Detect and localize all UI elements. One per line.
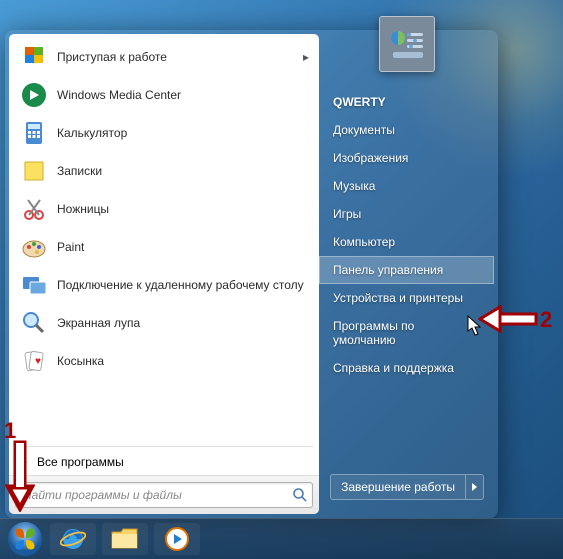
program-item-magnifier[interactable]: Экранная лупа [13, 304, 315, 342]
right-item-username[interactable]: QWERTY [319, 88, 494, 116]
program-item-getting-started[interactable]: Приступая к работе ▸ [13, 38, 315, 76]
user-picture[interactable] [379, 16, 435, 72]
start-menu: Приступая к работе ▸ Windows Media Center К… [5, 30, 498, 518]
paint-icon [19, 232, 49, 262]
program-label: Приступая к работе [57, 50, 167, 64]
right-item-help[interactable]: Справка и поддержка [319, 354, 494, 382]
submenu-arrow-icon: ▸ [303, 50, 309, 64]
program-label: Подключение к удаленному рабочему столу [57, 278, 304, 292]
notes-icon [19, 156, 49, 186]
getting-started-icon [19, 42, 49, 72]
control-panel-preview-icon [387, 24, 427, 64]
shutdown-options-button[interactable] [465, 475, 483, 499]
program-item-notes[interactable]: Записки [13, 152, 315, 190]
divider [15, 446, 313, 447]
all-programs-label: Все программы [37, 455, 124, 469]
svg-text:♥: ♥ [35, 356, 41, 367]
taskbar-ie[interactable] [50, 523, 96, 555]
program-label: Записки [57, 164, 102, 178]
program-item-rdp[interactable]: Подключение к удаленному рабочему столу [13, 266, 315, 304]
right-item-control-panel[interactable]: Панель управления [319, 256, 494, 284]
program-label: Косынка [57, 354, 104, 368]
folder-icon [111, 528, 139, 550]
right-item-games[interactable]: Игры [319, 200, 494, 228]
all-programs-button[interactable]: Все программы [9, 449, 319, 475]
search-icon [292, 487, 308, 503]
program-label: Калькулятор [57, 126, 127, 140]
snip-icon [19, 194, 49, 224]
calc-icon [19, 118, 49, 148]
desktop: Приступая к работе ▸ Windows Media Center К… [0, 0, 563, 559]
program-item-wmc[interactable]: Windows Media Center [13, 76, 315, 114]
right-item-pictures[interactable]: Изображения [319, 144, 494, 172]
triangle-right-icon [472, 483, 477, 491]
search-area [9, 475, 319, 514]
taskbar [0, 518, 563, 559]
right-item-documents[interactable]: Документы [319, 116, 494, 144]
program-label: Windows Media Center [57, 88, 181, 102]
taskbar-explorer[interactable] [102, 523, 148, 555]
solitaire-icon: ♥ [19, 346, 49, 376]
program-item-calc[interactable]: Калькулятор [13, 114, 315, 152]
triangle-right-icon [21, 457, 27, 467]
rdp-icon [19, 270, 49, 300]
magnifier-icon [19, 308, 49, 338]
program-label: Экранная лупа [57, 316, 140, 330]
right-item-defaults[interactable]: Программы по умолчанию [319, 312, 494, 354]
search-box[interactable] [15, 482, 313, 508]
right-item-devices[interactable]: Устройства и принтеры [319, 284, 494, 312]
start-menu-left-pane: Приступая к работе ▸ Windows Media Center К… [9, 34, 319, 514]
program-label: Ножницы [57, 202, 109, 216]
program-label: Paint [57, 240, 84, 254]
wmc-icon [19, 80, 49, 110]
program-item-solitaire[interactable]: ♥ Косынка [13, 342, 315, 380]
program-list: Приступая к работе ▸ Windows Media Center К… [9, 34, 319, 444]
taskbar-wmp[interactable] [154, 523, 200, 555]
program-item-paint[interactable]: Paint [13, 228, 315, 266]
program-item-snip[interactable]: Ножницы [13, 190, 315, 228]
right-item-music[interactable]: Музыка [319, 172, 494, 200]
right-item-computer[interactable]: Компьютер [319, 228, 494, 256]
shutdown-row: Завершение работы [319, 474, 494, 506]
start-button[interactable] [6, 520, 44, 558]
wmp-icon [164, 526, 190, 552]
shutdown-label: Завершение работы [331, 475, 465, 499]
shutdown-button[interactable]: Завершение работы [330, 474, 484, 500]
search-input[interactable] [20, 485, 292, 505]
annotation-number-2: 2 [540, 307, 552, 333]
ie-icon [60, 526, 86, 552]
start-menu-right-pane: QWERTY ДокументыИзображенияМузыкаИгрыКом… [319, 34, 494, 514]
